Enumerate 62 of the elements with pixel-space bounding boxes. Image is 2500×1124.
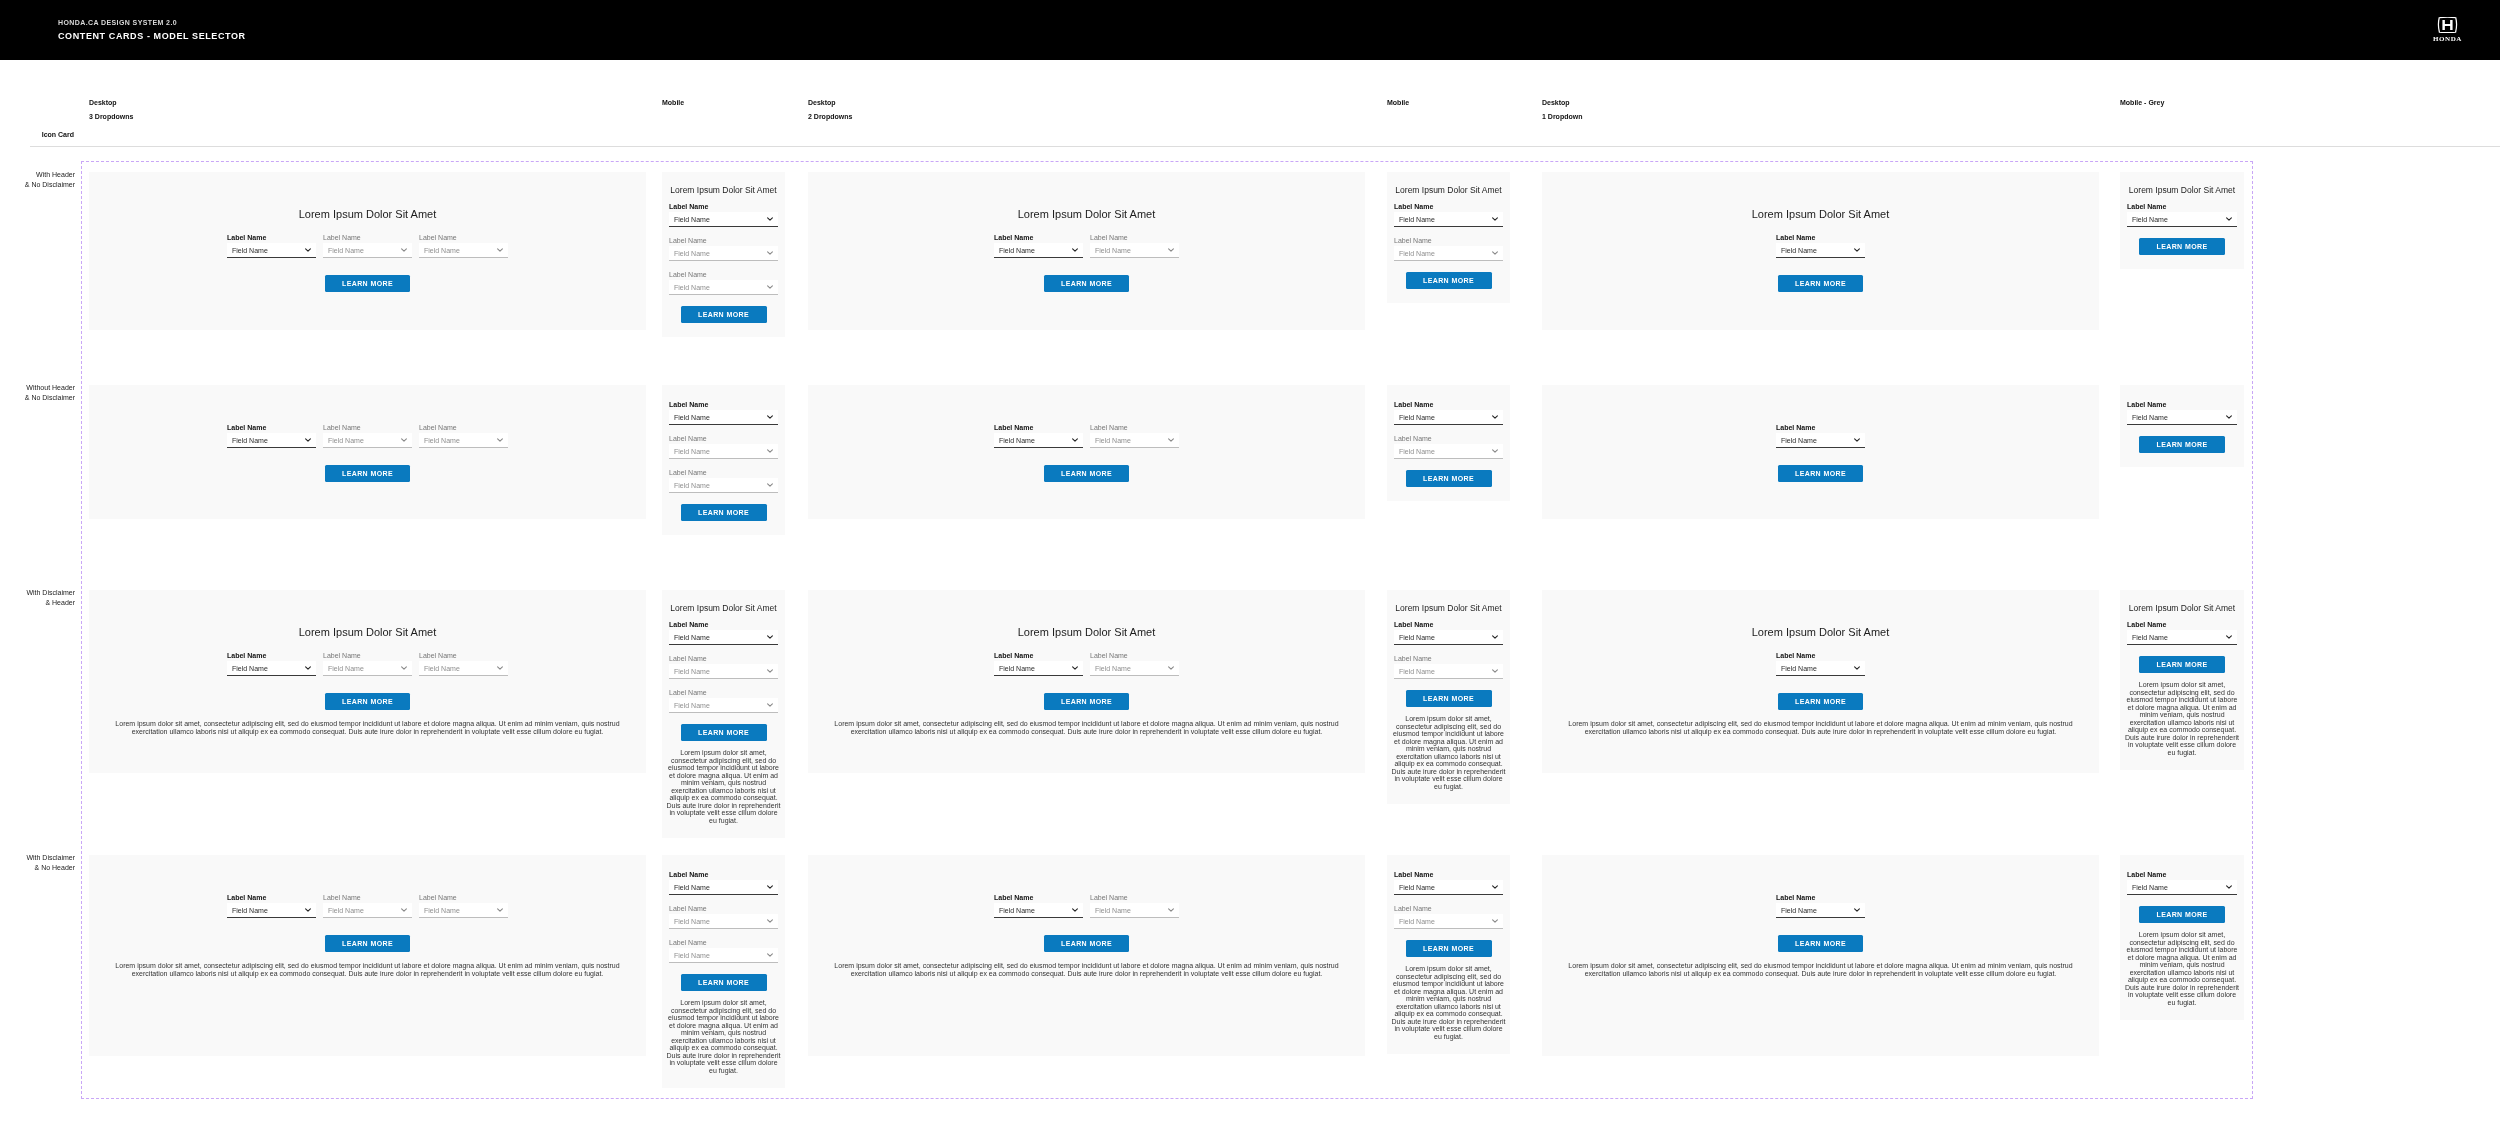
card-heading: Lorem Ipsum Dolor Sit Amet: [1751, 626, 1890, 639]
chevron-down-icon: [1492, 449, 1498, 453]
chevron-down-icon: [1492, 919, 1498, 923]
chevron-down-icon: [1168, 666, 1174, 670]
chevron-down-icon: [497, 908, 503, 912]
chevron-down-icon: [767, 669, 773, 673]
chevron-down-icon: [305, 248, 311, 252]
card-heading: Lorem Ipsum Dolor Sit Amet: [2127, 603, 2237, 613]
chevron-down-icon: [1854, 438, 1860, 442]
card-heading: Lorem Ipsum Dolor Sit Amet: [298, 626, 437, 639]
card-heading: Lorem Ipsum Dolor Sit Amet: [1751, 208, 1890, 221]
chevron-down-icon: [1492, 415, 1498, 419]
chevron-down-icon: [1492, 635, 1498, 639]
chevron-down-icon: [767, 635, 773, 639]
chevron-down-icon: [401, 438, 407, 442]
chevron-down-icon: [2226, 217, 2232, 221]
chevron-down-icon: [497, 438, 503, 442]
card-heading: Lorem Ipsum Dolor Sit Amet: [2127, 185, 2237, 195]
chevron-down-icon: [1854, 666, 1860, 670]
chevron-down-icon: [767, 919, 773, 923]
chevron-down-icon: [767, 703, 773, 707]
chevron-down-icon: [1168, 248, 1174, 252]
chevron-down-icon: [767, 885, 773, 889]
chevron-down-icon: [767, 285, 773, 289]
chevron-down-icon: [2226, 885, 2232, 889]
card-heading: Lorem Ipsum Dolor Sit Amet: [669, 185, 778, 195]
chevron-down-icon: [401, 248, 407, 252]
chevron-down-icon: [305, 666, 311, 670]
h-emblem-icon: [2436, 17, 2458, 33]
chevron-down-icon: [1854, 248, 1860, 252]
card-heading: Lorem Ipsum Dolor Sit Amet: [1017, 626, 1156, 639]
chevron-down-icon: [1072, 908, 1078, 912]
chevron-down-icon: [1168, 908, 1174, 912]
card-heading: Lorem Ipsum Dolor Sit Amet: [1394, 603, 1503, 613]
chevron-down-icon: [401, 908, 407, 912]
chevron-down-icon: [767, 483, 773, 487]
chevron-down-icon: [767, 251, 773, 255]
chevron-down-icon: [401, 666, 407, 670]
chevron-down-icon: [1168, 438, 1174, 442]
chevron-down-icon: [2226, 415, 2232, 419]
card-heading: Lorem Ipsum Dolor Sit Amet: [1394, 185, 1503, 195]
chevron-down-icon: [2226, 635, 2232, 639]
chevron-down-icon: [1072, 438, 1078, 442]
chevron-down-icon: [305, 438, 311, 442]
chevron-down-icon: [497, 666, 503, 670]
chevron-down-icon: [497, 248, 503, 252]
chevron-down-icon: [1854, 908, 1860, 912]
chevron-down-icon: [1072, 248, 1078, 252]
card-heading: Lorem Ipsum Dolor Sit Amet: [298, 208, 437, 221]
chevron-down-icon: [767, 953, 773, 957]
card-heading: Lorem Ipsum Dolor Sit Amet: [669, 603, 778, 613]
chevron-down-icon: [1492, 885, 1498, 889]
chevron-down-icon: [1072, 666, 1078, 670]
chevron-down-icon: [767, 217, 773, 221]
chevron-down-icon: [767, 415, 773, 419]
page-title: CONTENT CARDS - MODEL SELECTOR: [58, 30, 246, 42]
chevron-down-icon: [305, 908, 311, 912]
chevron-down-icon: [1492, 217, 1498, 221]
chevron-down-icon: [767, 449, 773, 453]
card-heading: Lorem Ipsum Dolor Sit Amet: [1017, 208, 1156, 221]
chevron-down-icon: [1492, 669, 1498, 673]
chevron-down-icon: [1492, 251, 1498, 255]
